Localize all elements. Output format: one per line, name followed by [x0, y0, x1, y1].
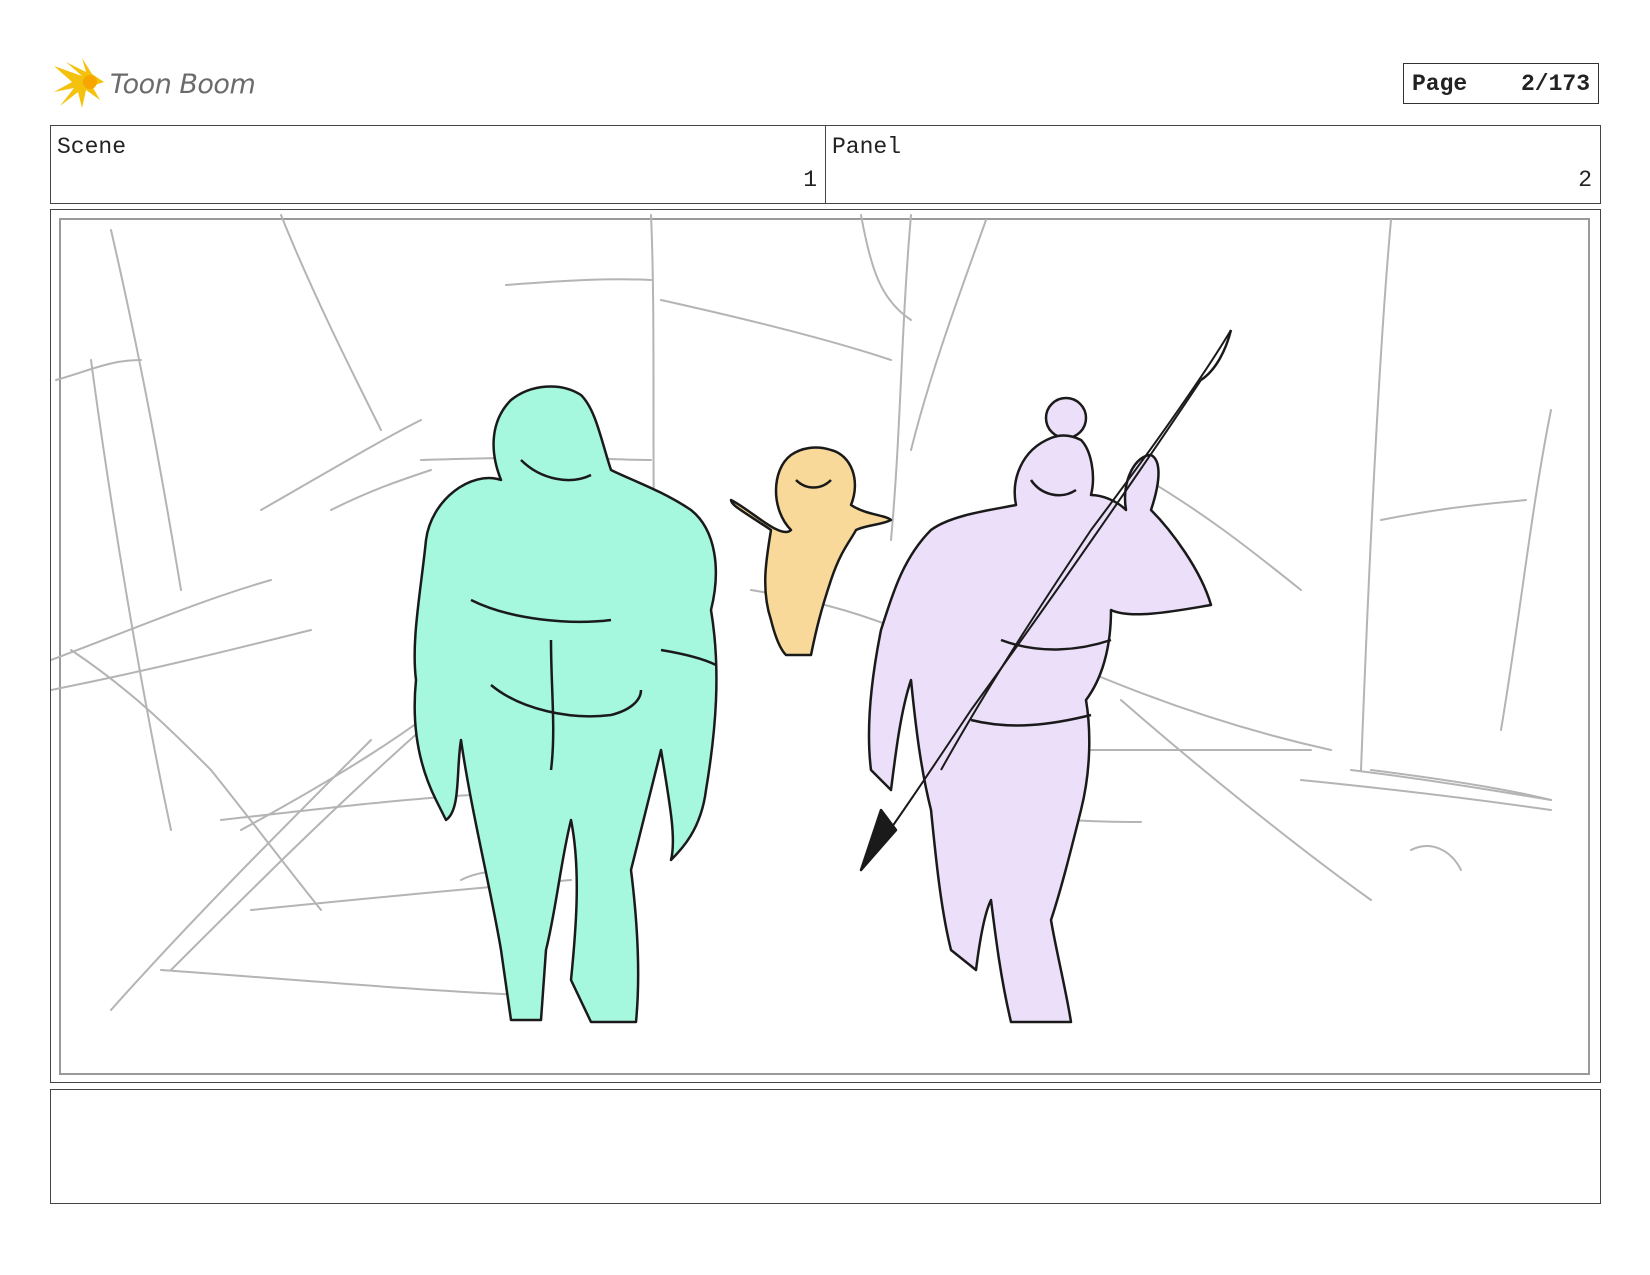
scene-label: Scene: [57, 134, 127, 160]
small-yellow-child: [729, 446, 893, 657]
panel-notes-box[interactable]: [50, 1089, 1601, 1204]
scene-number: 1: [803, 167, 817, 193]
scene-cell: Scene 1: [51, 126, 825, 203]
page-value: 2/173: [1520, 70, 1590, 97]
safe-frame: [59, 218, 1590, 1075]
large-green-warrior: [413, 385, 718, 1024]
panel-label: Panel: [832, 134, 902, 160]
logo-text: Toon Boom: [110, 68, 256, 100]
purple-elf-archer: [859, 329, 1233, 1024]
storyboard-panel: [50, 209, 1601, 1083]
page-label: Page: [1412, 70, 1468, 97]
panel-drawing: [51, 214, 1590, 1075]
page-counter: Page 2/173: [1403, 63, 1599, 104]
panel-number: 2: [1578, 167, 1592, 193]
toon-boom-logo: Toon Boom: [52, 56, 256, 112]
scene-panel-header: Scene 1 Panel 2: [50, 125, 1601, 204]
toon-boom-burst-icon: [54, 58, 104, 108]
panel-cell: Panel 2: [825, 126, 1600, 203]
